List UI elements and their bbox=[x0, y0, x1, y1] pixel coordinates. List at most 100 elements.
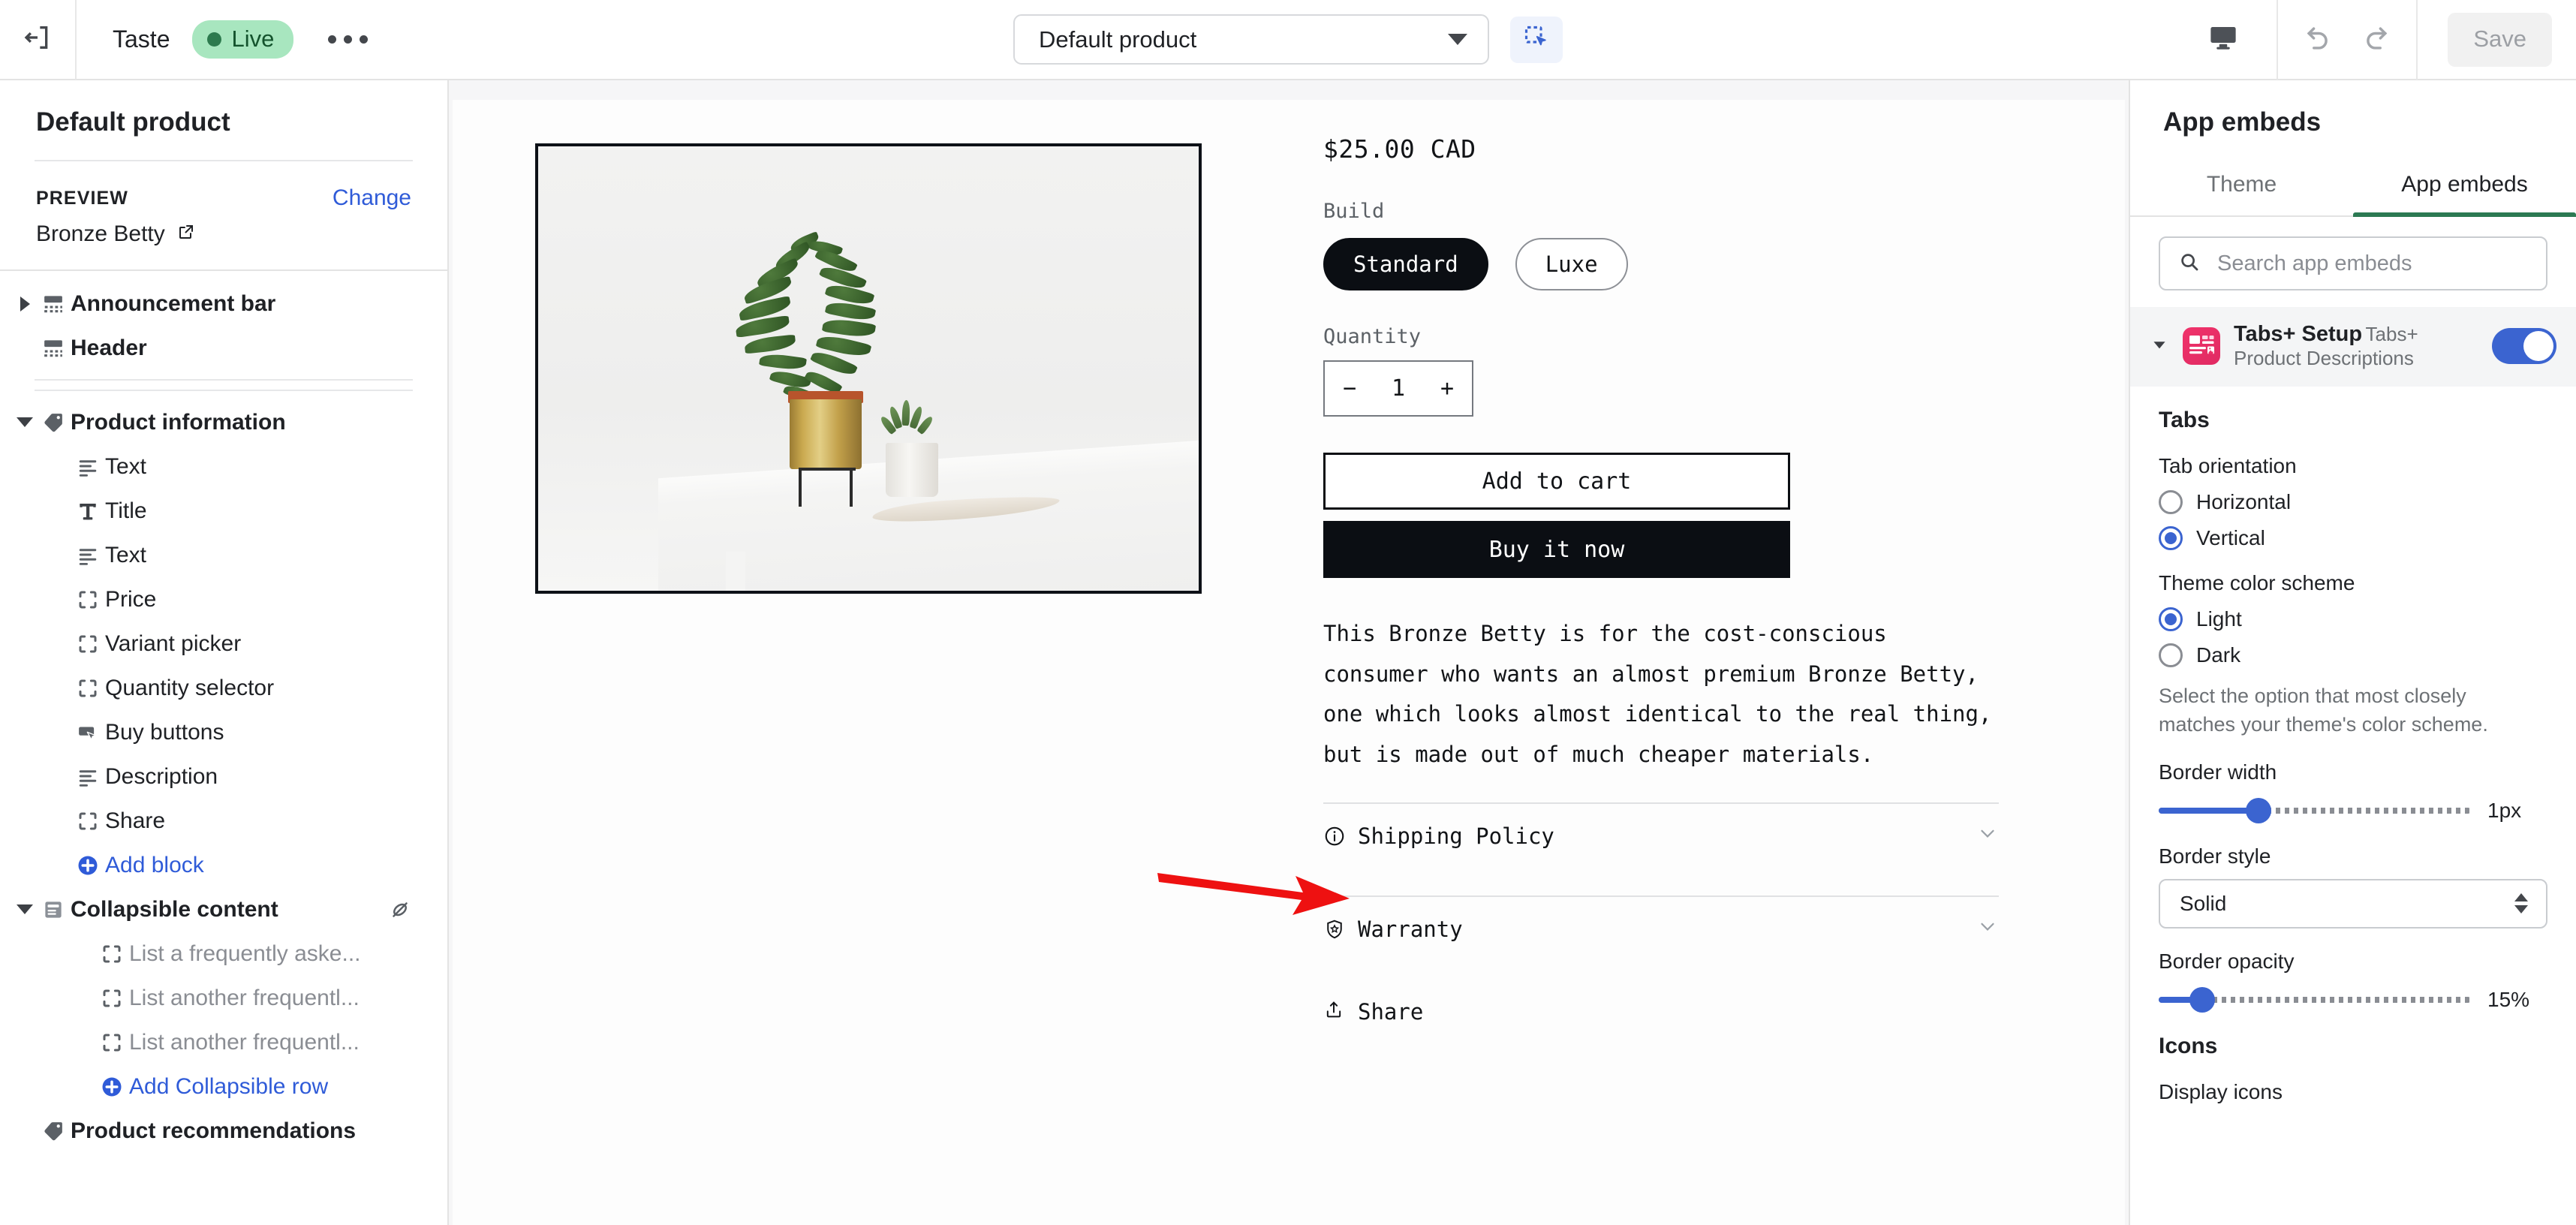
border-style-select[interactable]: Solid bbox=[2159, 878, 2547, 929]
sidebar-item-variant-picker[interactable]: Variant picker bbox=[0, 622, 447, 666]
sidebar-item-label: List another frequentl... bbox=[129, 985, 360, 1010]
desktop-icon bbox=[2207, 22, 2239, 57]
search-app-embeds[interactable] bbox=[2159, 236, 2547, 290]
border-width-slider[interactable] bbox=[2159, 797, 2471, 823]
chevron-down-icon[interactable] bbox=[14, 417, 36, 427]
sidebar-section-list: Announcement bar Header Product informatio… bbox=[0, 271, 447, 1225]
slider-handle[interactable] bbox=[2246, 797, 2272, 823]
photo-succulent-pot bbox=[886, 443, 938, 497]
sidebar-item-share[interactable]: Share bbox=[0, 799, 447, 843]
more-horizontal-icon bbox=[344, 35, 353, 44]
chevron-down-icon[interactable] bbox=[14, 904, 36, 914]
inspector-select-button[interactable] bbox=[1510, 16, 1563, 63]
add-to-cart-button[interactable]: Add to cart bbox=[1323, 453, 1790, 510]
storefront-preview: $25.00 CAD Build Standard Luxe Quantity … bbox=[453, 100, 2125, 1225]
hidden-eye-icon[interactable] bbox=[389, 898, 411, 921]
product-selector-value: Default product bbox=[1039, 26, 1197, 53]
search-input[interactable] bbox=[2217, 251, 2528, 276]
variant-option-luxe[interactable]: Luxe bbox=[1515, 238, 1628, 290]
tab-theme[interactable]: Theme bbox=[2130, 157, 2353, 215]
sidebar-item-text[interactable]: Text bbox=[0, 533, 447, 577]
block-brackets-icon bbox=[71, 633, 105, 655]
settings-heading-icons: Icons bbox=[2159, 1033, 2218, 1058]
quantity-stepper[interactable]: − 1 + bbox=[1323, 360, 1473, 417]
product-image[interactable] bbox=[535, 143, 1202, 594]
sidebar-item-product-recommendations[interactable]: Product recommendations bbox=[0, 1109, 447, 1153]
more-options-button[interactable] bbox=[316, 25, 380, 54]
product-selector[interactable]: Default product bbox=[1013, 14, 1489, 65]
radio-theme-dark[interactable]: Dark bbox=[2159, 643, 2547, 667]
photo-table-leg bbox=[726, 552, 745, 591]
sidebar-item-label: Title bbox=[105, 498, 147, 523]
radio-label: Dark bbox=[2196, 643, 2241, 667]
tag-icon bbox=[36, 1120, 71, 1142]
radio-icon bbox=[2159, 490, 2183, 514]
product-price: $25.00 CAD bbox=[1323, 134, 1476, 164]
quantity-decrease-button[interactable]: − bbox=[1343, 375, 1356, 402]
radio-label: Light bbox=[2196, 607, 2242, 631]
app-embed-settings: Tabs Tab orientation Horizontal Vertical… bbox=[2130, 387, 2576, 1225]
preview-product-name: Bronze Betty bbox=[36, 221, 165, 246]
quantity-value[interactable]: 1 bbox=[1392, 375, 1405, 402]
quantity-increase-button[interactable]: + bbox=[1440, 375, 1454, 402]
chevron-right-icon[interactable] bbox=[14, 296, 36, 312]
info-circle-icon bbox=[1323, 825, 1358, 847]
sidebar-item-label: Description bbox=[105, 763, 218, 789]
preview-selector: PREVIEW Change Bronze Betty bbox=[0, 161, 447, 269]
sidebar-item-text[interactable]: Text bbox=[0, 444, 447, 489]
device-preview-button[interactable] bbox=[2170, 0, 2279, 80]
external-link-icon bbox=[177, 221, 195, 247]
toggle-knob bbox=[2523, 331, 2553, 361]
sidebar-item-collapsible-content[interactable]: Collapsible content bbox=[0, 887, 447, 932]
radio-tab-orientation-vertical[interactable]: Vertical bbox=[2159, 526, 2547, 550]
tabs-plus-app-icon bbox=[2183, 327, 2220, 365]
sidebar-item-list-another-frequentl[interactable]: List another frequentl... bbox=[0, 976, 447, 1020]
sidebar-item-label: Text bbox=[105, 542, 147, 567]
preview-product-link[interactable]: Bronze Betty bbox=[36, 221, 411, 247]
slider-handle[interactable] bbox=[2189, 986, 2216, 1013]
radio-icon-selected bbox=[2159, 526, 2183, 550]
sidebar-item-label: Announcement bar bbox=[71, 290, 276, 316]
sidebar-item-announcement-bar[interactable]: Announcement bar bbox=[0, 281, 447, 326]
sidebar-item-title[interactable]: Title bbox=[0, 489, 447, 533]
more-horizontal-icon bbox=[360, 35, 369, 44]
border-opacity-label: Border opacity bbox=[2159, 949, 2295, 973]
sidebar-item-add-block[interactable]: Add block bbox=[0, 843, 447, 887]
sidebar-item-label: Add Collapsible row bbox=[129, 1073, 329, 1099]
sidebar-item-description[interactable]: Description bbox=[0, 754, 447, 799]
photo-plant bbox=[721, 231, 923, 405]
sidebar-item-add-collapsible-row[interactable]: Add Collapsible row bbox=[0, 1064, 447, 1109]
sidebar-item-list-another-frequentl[interactable]: List another frequentl... bbox=[0, 1020, 447, 1064]
radio-icon bbox=[2159, 643, 2183, 667]
undo-button[interactable] bbox=[2290, 11, 2347, 68]
variant-option-standard[interactable]: Standard bbox=[1323, 238, 1488, 290]
product-media bbox=[453, 100, 1293, 1225]
radio-tab-orientation-horizontal[interactable]: Horizontal bbox=[2159, 490, 2547, 514]
history-controls bbox=[2278, 0, 2418, 80]
save-button[interactable]: Save bbox=[2448, 12, 2552, 67]
sidebar-item-product-information[interactable]: Product information bbox=[0, 400, 447, 444]
accordion-shipping-policy[interactable]: Shipping Policy bbox=[1323, 804, 1999, 868]
accordion-warranty[interactable]: Warranty bbox=[1323, 897, 1999, 962]
redo-button[interactable] bbox=[2347, 11, 2404, 68]
sidebar-item-label: Header bbox=[71, 335, 147, 360]
sidebar-item-header[interactable]: Header bbox=[0, 326, 447, 370]
radio-theme-light[interactable]: Light bbox=[2159, 607, 2547, 631]
preview-change-link[interactable]: Change bbox=[333, 185, 411, 211]
app-embed-header[interactable]: Tabs+ Setup Tabs+ Product Descriptions bbox=[2130, 307, 2576, 387]
sidebar-item-list-a-frequently-aske[interactable]: List a frequently aske... bbox=[0, 932, 447, 976]
border-opacity-slider[interactable] bbox=[2159, 986, 2471, 1013]
sidebar-item-quantity-selector[interactable]: Quantity selector bbox=[0, 666, 447, 710]
tab-app-embeds[interactable]: App embeds bbox=[2353, 157, 2576, 217]
buy-it-now-button[interactable]: Buy it now bbox=[1323, 521, 1790, 578]
app-embed-toggle[interactable] bbox=[2492, 328, 2556, 364]
exit-to-app-button[interactable] bbox=[0, 0, 77, 80]
button-cursor-icon bbox=[71, 721, 105, 744]
sidebar-item-buy-buttons[interactable]: Buy buttons bbox=[0, 710, 447, 754]
share-button[interactable]: Share bbox=[1323, 999, 2059, 1025]
title-t-icon bbox=[71, 500, 105, 522]
sidebar-item-price[interactable]: Price bbox=[0, 577, 447, 622]
chevron-down-icon[interactable] bbox=[2150, 335, 2169, 358]
sidebar-group-separator bbox=[35, 379, 413, 381]
top-bar-left: Taste Live bbox=[77, 20, 380, 59]
